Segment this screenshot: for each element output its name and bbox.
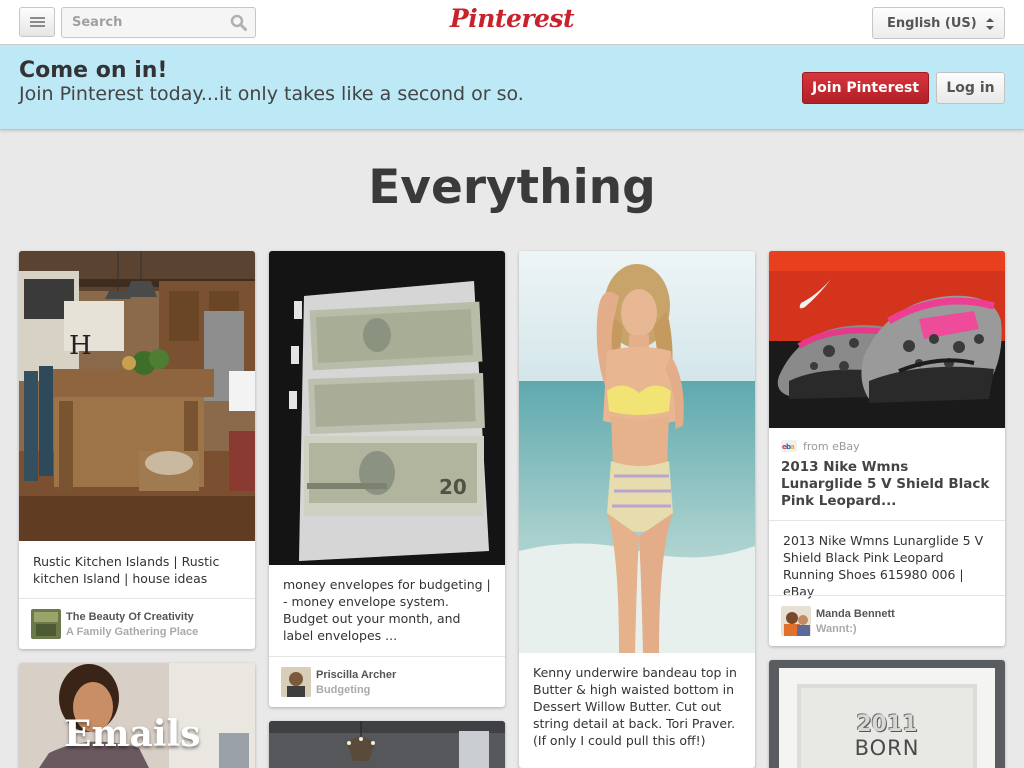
pin-card[interactable]: 2011 BORN bbox=[769, 660, 1005, 768]
pin-overlay-text: Emails bbox=[64, 713, 201, 755]
pin-divider bbox=[769, 595, 1005, 596]
pinner-name[interactable]: Priscilla Archer bbox=[316, 669, 396, 681]
banner-title: Come on in! bbox=[19, 58, 168, 83]
language-select-value: English (US) bbox=[887, 16, 977, 31]
pin-image[interactable] bbox=[769, 251, 1005, 428]
frame-text-born: BORN bbox=[854, 736, 920, 760]
pin-title[interactable]: 2013 Nike Wmns Lunarglide 5 V Shield Bla… bbox=[781, 459, 993, 510]
pin-description: Rustic Kitchen Islands | Rustic kitchen … bbox=[33, 554, 220, 586]
join-pinterest-button[interactable]: Join Pinterest bbox=[802, 72, 929, 104]
pin-description: money envelopes for budgeting | - money … bbox=[283, 577, 491, 643]
pin-image[interactable] bbox=[269, 721, 505, 768]
svg-text:a: a bbox=[790, 443, 795, 451]
avatar[interactable] bbox=[31, 609, 61, 639]
board-name[interactable]: A Family Gathering Place bbox=[66, 626, 198, 638]
pin-source-text: from eBay bbox=[803, 440, 860, 453]
pin-description: Kenny underwire bandeau top in Butter & … bbox=[533, 665, 737, 748]
login-button[interactable]: Log in bbox=[936, 72, 1005, 104]
pinner-name[interactable]: Manda Bennett bbox=[816, 608, 895, 620]
top-bar: Pinterest English (US) bbox=[0, 0, 1024, 45]
pin-card[interactable] bbox=[269, 721, 505, 768]
pin-image[interactable]: 20 bbox=[269, 251, 505, 565]
board-name[interactable]: Budgeting bbox=[316, 684, 370, 696]
board-name[interactable]: Wannt:) bbox=[816, 623, 857, 635]
pinterest-logo[interactable]: Pinterest bbox=[0, 4, 1024, 33]
pin-card[interactable]: e b a from eBay 2013 Nike Wmns Lunarglid… bbox=[769, 251, 1005, 646]
avatar[interactable] bbox=[281, 667, 311, 697]
pin-divider bbox=[269, 656, 505, 657]
pin-card[interactable]: Kenny underwire bandeau top in Butter & … bbox=[519, 251, 755, 768]
pin-attribution[interactable]: Priscilla Archer Budgeting bbox=[281, 667, 501, 697]
frame-text-year: 2011 bbox=[856, 712, 918, 737]
avatar[interactable] bbox=[781, 606, 811, 636]
pin-attribution[interactable]: The Beauty Of Creativity A Family Gather… bbox=[31, 609, 251, 639]
pin-divider bbox=[19, 598, 255, 599]
pin-description: 2013 Nike Wmns Lunarglide 5 V Shield Bla… bbox=[783, 533, 984, 599]
pinner-name[interactable]: The Beauty Of Creativity bbox=[66, 611, 194, 623]
ebay-icon: e b a bbox=[781, 440, 797, 452]
banner-subtitle: Join Pinterest today...it only takes lik… bbox=[19, 83, 524, 105]
select-arrows-icon bbox=[986, 18, 994, 30]
signup-banner: Come on in! Join Pinterest today...it on… bbox=[0, 45, 1024, 130]
pin-attribution[interactable]: Manda Bennett Wannt:) bbox=[781, 606, 1001, 636]
svg-text:20: 20 bbox=[439, 475, 467, 499]
pin-divider bbox=[769, 520, 1005, 521]
pin-image[interactable]: H bbox=[19, 251, 255, 541]
pin-card[interactable]: Emails bbox=[19, 663, 255, 768]
language-select[interactable]: English (US) bbox=[872, 7, 1005, 39]
pin-card[interactable]: H Rustic Kitchen Islands | Rustic kitche… bbox=[19, 251, 255, 649]
pin-card[interactable]: 20 money envelopes for budgeting | - mon… bbox=[269, 251, 505, 707]
svg-text:H: H bbox=[69, 331, 92, 361]
pin-image[interactable] bbox=[519, 251, 755, 653]
page-title: Everything bbox=[368, 160, 656, 215]
